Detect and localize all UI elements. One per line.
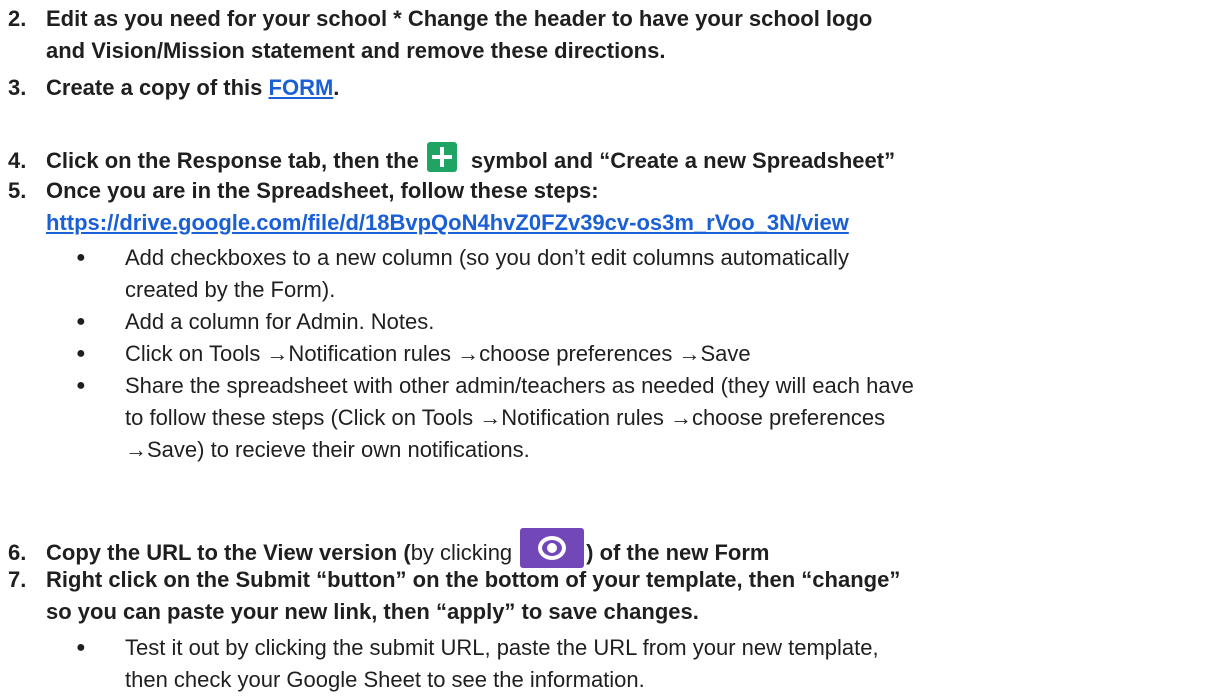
- drive-file-link[interactable]: https://drive.google.com/file/d/18BvpQoN…: [46, 210, 849, 235]
- list-item-text: Add a column for Admin. Notes.: [125, 309, 435, 334]
- form-link[interactable]: FORM: [269, 75, 334, 100]
- list-item: ● Click on Tools →Notification rules →ch…: [76, 338, 1206, 370]
- list-item: ● Share the spreadsheet with other admin…: [76, 370, 1206, 466]
- bullet-icon: ●: [76, 345, 86, 362]
- step-7: 7. Right click on the Submit “button” on …: [8, 564, 1208, 628]
- step-6: 6. Copy the URL to the View version (by c…: [8, 528, 1208, 569]
- list-item-text: Click on Tools →Notification rules →choo…: [125, 341, 751, 366]
- list-item-text: Share the spreadsheet with other admin/t…: [125, 373, 914, 398]
- step-text-normal: by clicking: [410, 540, 513, 565]
- step-3: 3. Create a copy of this FORM.: [8, 72, 1208, 104]
- list-item: ● Test it out by clicking the submit URL…: [76, 632, 1206, 696]
- step-text: Create a copy of this: [46, 75, 269, 100]
- green-plus-icon: [426, 142, 457, 172]
- step-5-bullets: ● Add checkboxes to a new column (so you…: [76, 242, 1206, 466]
- step-number: 4.: [8, 148, 27, 173]
- step-2: 2. Edit as you need for your school * Cha…: [8, 3, 1208, 67]
- step-text-suffix: .: [333, 75, 340, 100]
- step-number: 2.: [8, 6, 27, 31]
- bullet-icon: ●: [76, 249, 86, 266]
- step-text: Click on the Response tab, then the: [46, 148, 419, 173]
- purple-eye-icon: [520, 528, 585, 568]
- step-text-suffix: ) of the new Form: [586, 540, 770, 565]
- list-item-text: →Save) to recieve their own notification…: [125, 437, 530, 462]
- bullet-icon: ●: [76, 313, 86, 330]
- step-text-continued: and Vision/Mission statement and remove …: [46, 38, 666, 63]
- step-text-continued: so you can paste your new link, then “ap…: [46, 599, 699, 624]
- list-item-text: to follow these steps (Click on Tools →N…: [125, 405, 886, 430]
- list-item-text: Test it out by clicking the submit URL, …: [125, 635, 879, 660]
- step-5: 5. Once you are in the Spreadsheet, follo…: [8, 175, 1208, 239]
- step-text: Edit as you need for your school * Chang…: [46, 6, 873, 31]
- list-item-text: then check your Google Sheet to see the …: [125, 667, 645, 692]
- list-item: ● Add checkboxes to a new column (so you…: [76, 242, 1206, 306]
- bullet-icon: ●: [76, 377, 86, 394]
- step-number: 5.: [8, 178, 27, 203]
- list-item-text: created by the Form).: [125, 277, 336, 302]
- step-number: 7.: [8, 567, 27, 592]
- list-item-text: Add checkboxes to a new column (so you d…: [125, 245, 849, 270]
- step-7-bullets: ● Test it out by clicking the submit URL…: [76, 632, 1206, 696]
- step-number: 3.: [8, 75, 27, 100]
- bullet-icon: ●: [76, 639, 86, 656]
- step-text: Right click on the Submit “button” on th…: [46, 567, 901, 592]
- step-text-suffix: symbol and “Create a new Spreadsheet”: [470, 148, 896, 173]
- step-4: 4. Click on the Response tab, then the sym…: [8, 142, 1208, 177]
- step-text: Copy the URL to the View version (: [46, 540, 411, 565]
- step-text: Once you are in the Spreadsheet, follow …: [46, 178, 599, 203]
- list-item: ● Add a column for Admin. Notes.: [76, 306, 1206, 338]
